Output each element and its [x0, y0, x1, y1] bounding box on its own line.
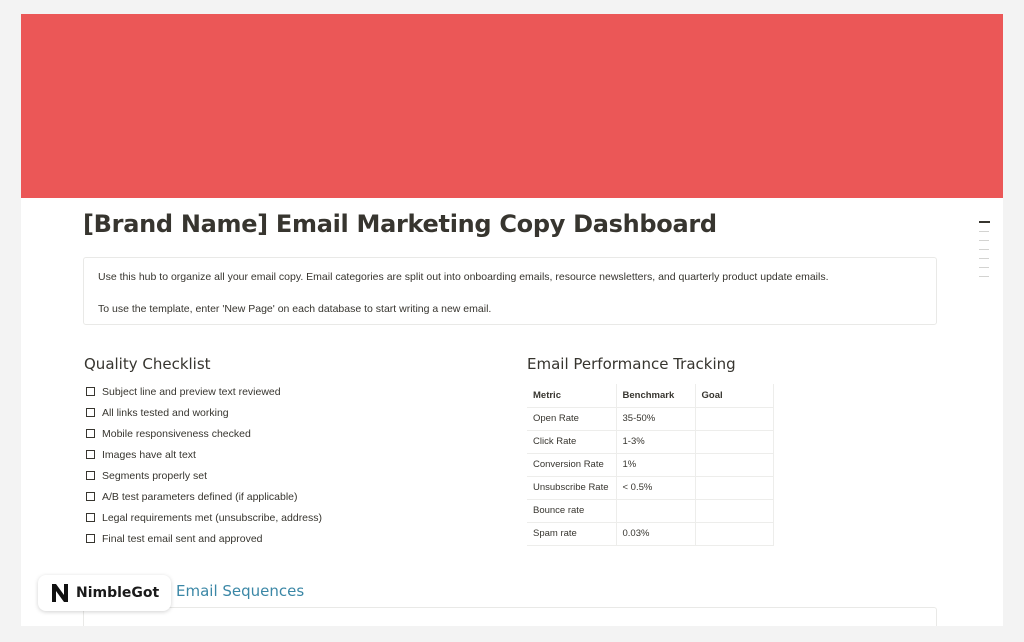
checklist-item: Legal requirements met (unsubscribe, add…: [86, 507, 322, 528]
n-logo-icon: [52, 584, 68, 602]
checklist-item-label: Legal requirements met (unsubscribe, add…: [102, 511, 323, 524]
checkbox[interactable]: [86, 450, 95, 459]
checklist-item: Segments properly set: [86, 465, 322, 486]
table-cell-metric[interactable]: Spam rate: [527, 521, 617, 546]
table-cell-metric[interactable]: Unsubscribe Rate: [527, 475, 617, 500]
checklist-item: All links tested and working: [86, 402, 322, 423]
email-sequences-heading[interactable]: Email Sequences: [176, 582, 304, 600]
table-row: Open Rate 35-50%: [527, 406, 774, 431]
sequences-database-block[interactable]: [83, 607, 937, 626]
table-cell-metric[interactable]: Bounce rate: [527, 498, 617, 523]
performance-tracking-heading: Email Performance Tracking: [527, 355, 736, 373]
table-cell-metric[interactable]: Open Rate: [527, 406, 617, 431]
table-cell-benchmark[interactable]: 35-50%: [615, 406, 696, 431]
table-row: Unsubscribe Rate < 0.5%: [527, 475, 774, 500]
outline-marker[interactable]: [979, 275, 989, 277]
table-cell-benchmark[interactable]: [615, 498, 696, 523]
checkbox[interactable]: [86, 513, 95, 522]
table-row: Spam rate 0.03%: [527, 521, 774, 546]
checklist-item-label: Images have alt text: [102, 448, 196, 461]
table-cell-metric[interactable]: Click Rate: [527, 429, 617, 454]
table-row: Bounce rate: [527, 498, 774, 523]
page-outline[interactable]: [979, 221, 990, 285]
checklist-item-label: A/B test parameters defined (if applicab…: [102, 490, 298, 503]
column-header-metric[interactable]: Metric: [527, 384, 617, 408]
checklist-item: Final test email sent and approved: [86, 528, 322, 549]
checkbox[interactable]: [86, 408, 95, 417]
table-cell-goal[interactable]: [694, 452, 774, 477]
table-cell-goal[interactable]: [694, 406, 774, 431]
table-cell-goal[interactable]: [694, 429, 774, 454]
outline-marker[interactable]: [979, 230, 989, 232]
table-cell-benchmark[interactable]: < 0.5%: [615, 475, 696, 500]
table-cell-goal[interactable]: [694, 498, 774, 523]
checkbox[interactable]: [86, 471, 95, 480]
table-cell-benchmark[interactable]: 0.03%: [615, 521, 696, 546]
table-header-row: Metric Benchmark Goal: [527, 384, 774, 408]
brand-watermark: NimbleGot: [38, 575, 171, 611]
column-header-benchmark[interactable]: Benchmark: [615, 384, 696, 408]
checklist-item-label: Segments properly set: [102, 469, 208, 482]
page-title[interactable]: [Brand Name] Email Marketing Copy Dashbo…: [83, 210, 717, 238]
outline-marker[interactable]: [979, 248, 989, 250]
checkbox[interactable]: [86, 429, 95, 438]
checkbox[interactable]: [86, 387, 95, 396]
column-header-goal[interactable]: Goal: [694, 384, 774, 408]
checklist-item-label: Subject line and preview text reviewed: [102, 385, 281, 398]
callout-text-line-1: Use this hub to organize all your email …: [98, 271, 829, 283]
table-cell-benchmark[interactable]: 1-3%: [615, 429, 696, 454]
quality-checklist-heading: Quality Checklist: [84, 355, 211, 373]
checklist-item-label: Final test email sent and approved: [102, 532, 263, 545]
checkbox[interactable]: [86, 534, 95, 543]
table-row: Click Rate 1-3%: [527, 429, 774, 454]
checklist-item: Subject line and preview text reviewed: [86, 381, 322, 402]
table-row: Conversion Rate 1%: [527, 452, 774, 477]
outline-marker-active[interactable]: [979, 221, 990, 223]
cover-banner[interactable]: [21, 14, 1003, 198]
outline-marker[interactable]: [979, 257, 989, 259]
table-cell-metric[interactable]: Conversion Rate: [527, 452, 617, 477]
performance-table: Metric Benchmark Goal Open Rate 35-50% C…: [527, 384, 774, 546]
checklist-item-label: All links tested and working: [102, 406, 229, 419]
table-cell-benchmark[interactable]: 1%: [615, 452, 696, 477]
intro-callout[interactable]: Use this hub to organize all your email …: [83, 257, 937, 325]
checklist-item: Mobile responsiveness checked: [86, 423, 322, 444]
outline-marker[interactable]: [979, 239, 989, 241]
table-cell-goal[interactable]: [694, 521, 774, 546]
table-cell-goal[interactable]: [694, 475, 774, 500]
watermark-brand-text: NimbleGot: [76, 585, 160, 601]
callout-text-line-2: To use the template, enter 'New Page' on…: [98, 303, 492, 315]
checklist-item: Images have alt text: [86, 444, 322, 465]
checklist-item: A/B test parameters defined (if applicab…: [86, 486, 322, 507]
quality-checklist: Subject line and preview text reviewed A…: [86, 381, 322, 549]
checkbox[interactable]: [86, 492, 95, 501]
outline-marker[interactable]: [979, 266, 989, 268]
notion-page: [Brand Name] Email Marketing Copy Dashbo…: [21, 14, 1003, 626]
checklist-item-label: Mobile responsiveness checked: [102, 427, 251, 440]
